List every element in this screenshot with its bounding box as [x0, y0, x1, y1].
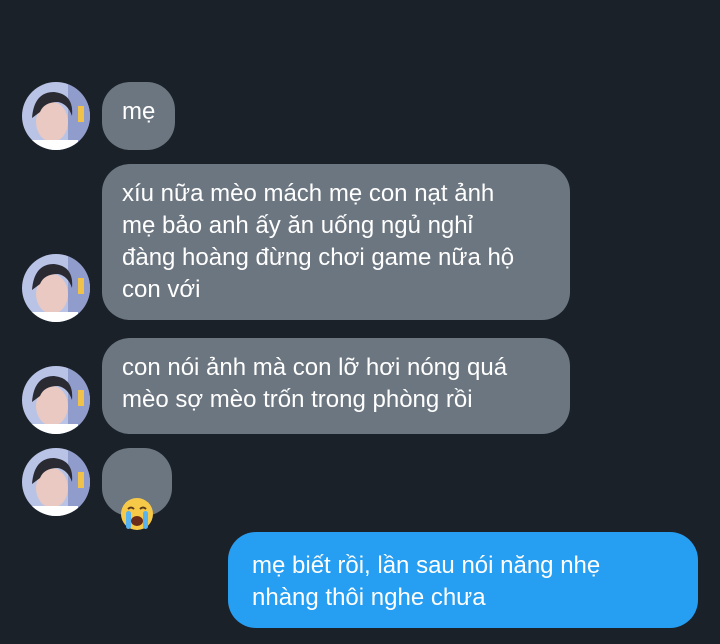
message-bubble-incoming[interactable]: mẹ	[102, 82, 176, 150]
contact-avatar[interactable]	[22, 448, 90, 516]
avatar-photo	[22, 448, 90, 516]
contact-avatar[interactable]	[22, 254, 90, 322]
message-bubble-incoming-emoji[interactable]	[102, 448, 172, 530]
avatar-photo	[22, 366, 90, 434]
message-bubble-incoming[interactable]: con nói ảnh mà con lỡ hơi nóng quá mèo s…	[102, 338, 570, 434]
loudly-crying-face-emoji	[121, 498, 153, 530]
chat-thread: mẹ xíu nữa mèo mách mẹ con nạt ảnh mẹ bả…	[0, 0, 720, 644]
contact-avatar[interactable]	[22, 366, 90, 434]
message-bubble-outgoing[interactable]: mẹ biết rồi, lần sau nói năng nhẹ nhàng …	[228, 532, 698, 628]
contact-avatar[interactable]	[22, 82, 90, 150]
message-bubble-incoming[interactable]: xíu nữa mèo mách mẹ con nạt ảnh mẹ bảo a…	[102, 164, 570, 320]
avatar-photo	[22, 82, 90, 150]
avatar-photo	[22, 254, 90, 322]
